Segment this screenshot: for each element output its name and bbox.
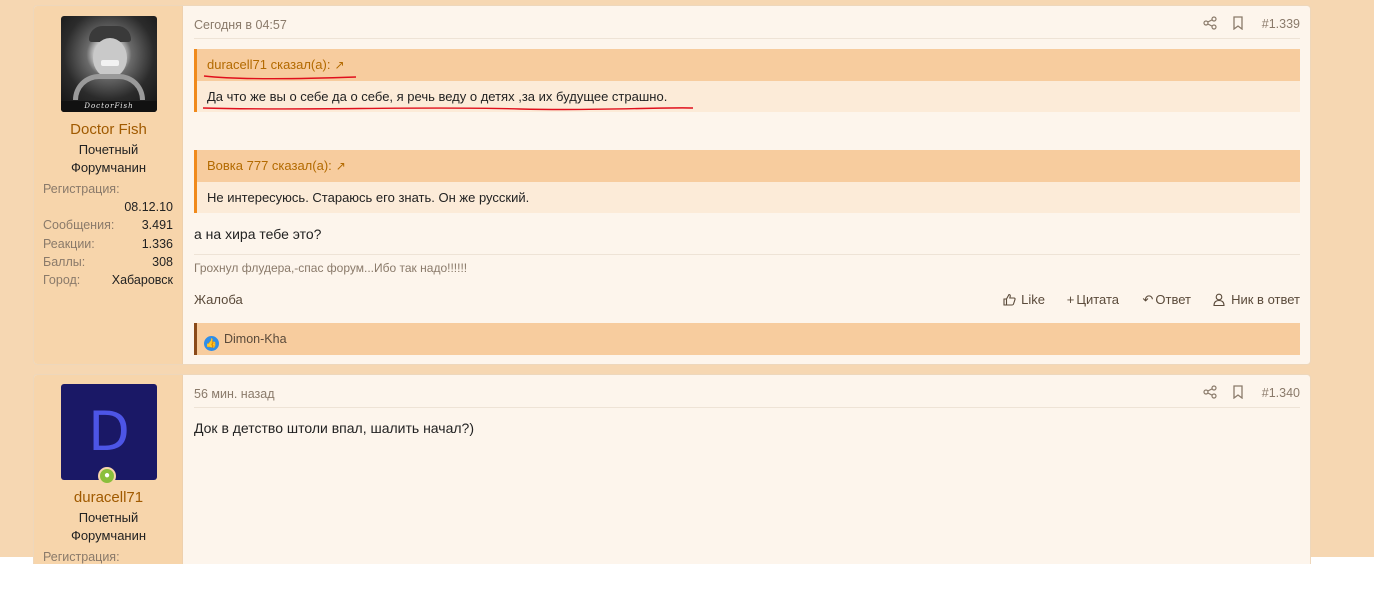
post-date[interactable]: 56 мин. назад	[194, 387, 275, 401]
user-cell: DoctorFish Doctor Fish Почетный Форумчан…	[34, 6, 183, 364]
quote-button[interactable]: + Цитата	[1067, 292, 1119, 307]
quote-body: Не интересуюсь. Стараюсь его знать. Он ж…	[207, 190, 530, 205]
stat-value[interactable]: 308	[152, 253, 173, 271]
like-button[interactable]: Like	[1002, 292, 1045, 307]
avatar-steering-wheel	[73, 74, 145, 100]
reply-label: Ответ	[1155, 292, 1191, 307]
share-icon[interactable]	[1202, 16, 1218, 32]
quote-header: Вовка 777 сказал(а): ↗	[197, 150, 1300, 182]
post-content: Сегодня в 04:57 #1.339 duracell71 сказал…	[194, 6, 1300, 364]
online-status-icon: ●	[98, 467, 116, 485]
avatar-face	[93, 38, 127, 78]
reply-button[interactable]: ↶ Ответ	[1143, 292, 1192, 308]
post-number[interactable]: #1.340	[1262, 386, 1300, 400]
reactions-bar: 👍 Dimon-Kha	[194, 323, 1300, 355]
bookmark-icon[interactable]	[1230, 385, 1246, 401]
reply-icon: ↶	[1142, 292, 1154, 307]
post-date[interactable]: Сегодня в 04:57	[194, 18, 287, 32]
bookmark-icon[interactable]	[1230, 16, 1246, 32]
external-link-icon[interactable]: ↗	[334, 49, 344, 81]
report-button[interactable]: Жалоба	[194, 292, 243, 307]
quote-block: duracell71 сказал(а): ↗ Да что же вы о се…	[194, 49, 1300, 112]
post-text: Док в детство штоли впал, шалить начал?)	[194, 420, 474, 436]
avatar-caption: DoctorFish	[61, 101, 157, 112]
post-meta: 56 мин. назад #1.340	[194, 375, 1300, 408]
share-icon[interactable]	[1202, 385, 1218, 401]
username[interactable]: Doctor Fish	[34, 121, 183, 138]
stat-value: 08.12.10	[124, 200, 173, 214]
post-signature: Грохнул флудера,-спас форум...Ибо так на…	[194, 254, 1300, 275]
stat-registration-value-row: 08.12.10	[43, 198, 173, 216]
stat-registration: Регистрация:	[43, 180, 173, 198]
stat-label: Регистрация:	[43, 550, 120, 564]
stat-label: Город:	[43, 273, 81, 287]
like-reaction-icon[interactable]: 👍	[204, 336, 219, 351]
user-avatar[interactable]: D	[61, 384, 157, 480]
stat-points: Баллы: 308	[43, 253, 173, 271]
nick-reply-label: Ник в ответ	[1231, 292, 1300, 307]
user-title-line2: Форумчанин	[70, 160, 147, 175]
post-content: 56 мин. назад #1.340 Док в детство штоли…	[194, 375, 1300, 564]
post-meta: Сегодня в 04:57 #1.339	[194, 6, 1300, 39]
thumbs-up-icon	[1002, 292, 1020, 307]
user-title-line1: Почетный	[78, 510, 139, 525]
quote-block: Вовка 777 сказал(а): ↗ Не интересуюсь. Ст…	[194, 150, 1300, 213]
post-text: а на хира тебе это?	[194, 226, 322, 242]
stat-messages: Сообщения: 3.491	[43, 216, 173, 234]
user-avatar[interactable]: DoctorFish	[61, 16, 157, 112]
quote-author-link[interactable]: Вовка 777 сказал(а):	[207, 158, 332, 173]
quote-author-link[interactable]: duracell71 сказал(а):	[207, 57, 330, 72]
stat-label: Сообщения:	[43, 218, 115, 232]
stat-value: 1.336	[141, 237, 173, 251]
stat-value: Хабаровск	[111, 273, 173, 287]
user-title-line1: Почетный	[78, 142, 139, 157]
stat-label: Регистрация:	[43, 182, 120, 196]
username[interactable]: duracell71	[34, 489, 183, 506]
post-number[interactable]: #1.339	[1262, 17, 1300, 31]
stat-city: Город: Хабаровск	[43, 271, 173, 289]
user-title-line2: Форумчанин	[70, 528, 147, 543]
post-1340: D ● duracell71 Почетный Форумчанин Регис…	[33, 374, 1311, 564]
stat-registration: Регистрация:	[43, 548, 173, 564]
quote-header: duracell71 сказал(а): ↗	[197, 49, 1300, 81]
external-link-icon[interactable]: ↗	[336, 150, 346, 182]
stat-value[interactable]: 3.491	[142, 216, 173, 234]
stat-label: Реакции:	[43, 237, 95, 251]
user-cell: D ● duracell71 Почетный Форумчанин Регис…	[34, 375, 183, 564]
quote-label: Цитата	[1076, 292, 1119, 307]
post-1339: DoctorFish Doctor Fish Почетный Форумчан…	[33, 5, 1311, 365]
user-icon	[1213, 292, 1229, 307]
post-actions: Жалоба Like + Цитата ↶ Ответ Ник в ответ	[194, 292, 1300, 310]
stat-reactions: Реакции: 1.336	[43, 235, 173, 253]
stat-label: Баллы:	[43, 255, 86, 269]
quote-body: Да что же вы о себе да о себе, я речь ве…	[207, 89, 668, 104]
like-label: Like	[1021, 292, 1045, 307]
reaction-user-link[interactable]: Dimon-Kha	[224, 332, 287, 346]
nick-reply-button[interactable]: Ник в ответ	[1213, 292, 1300, 307]
plus-icon: +	[1066, 292, 1075, 307]
